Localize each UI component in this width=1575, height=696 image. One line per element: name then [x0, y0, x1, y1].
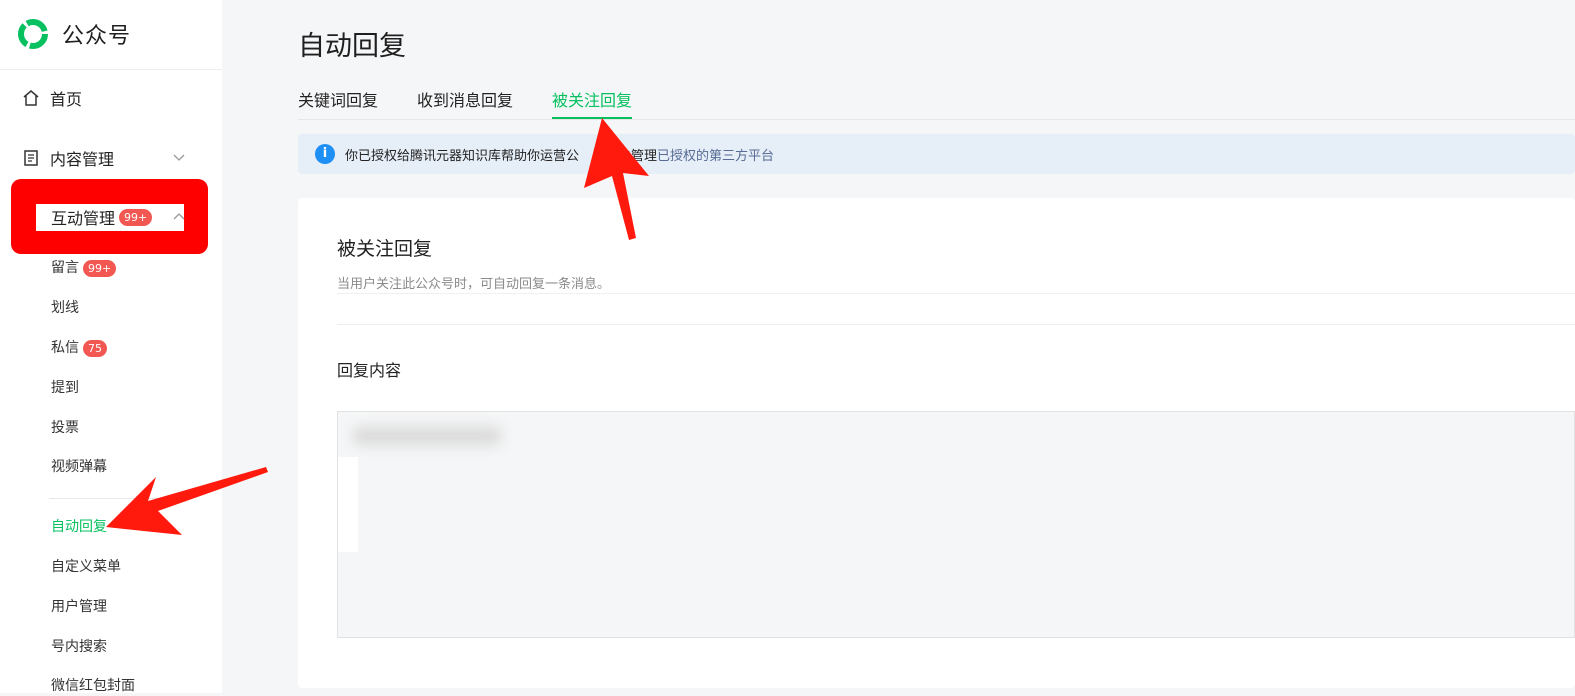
- divider: [337, 293, 1575, 294]
- count-badge: 99+: [83, 259, 117, 277]
- chevron-up-icon[interactable]: [172, 209, 186, 223]
- brand-name: 公众号: [62, 24, 132, 49]
- count-badge: 99+: [119, 208, 153, 226]
- home-icon: [23, 90, 39, 106]
- sidebar-item-label: 互动管理: [51, 209, 116, 228]
- follow-reply-card: 被关注回复 当用户关注此公众号时，可自动回复一条消息。 回复内容: [298, 198, 1575, 688]
- sidebar-item-underline[interactable]: 划线: [51, 298, 79, 318]
- card-title: 被关注回复: [337, 238, 433, 260]
- document-icon: [24, 150, 38, 166]
- info-icon: i: [315, 144, 335, 164]
- chevron-down-icon[interactable]: [172, 151, 186, 165]
- tab-keyword-reply[interactable]: 关键词回复: [298, 90, 378, 117]
- card-description: 当用户关注此公众号时，可自动回复一条消息。: [337, 277, 611, 292]
- sidebar-item-label: 用户管理: [51, 599, 107, 615]
- wechat-official-account-logo-icon: [18, 19, 48, 49]
- sidebar-item-interaction[interactable]: 互动管理 99+: [51, 206, 153, 228]
- reply-content-editor[interactable]: [337, 411, 1575, 638]
- page-title: 自动回复: [298, 31, 406, 62]
- redaction-block: [338, 457, 358, 552]
- sidebar-item-user-management[interactable]: 用户管理: [51, 597, 107, 617]
- sidebar-item-messages[interactable]: 私信 75: [51, 338, 107, 358]
- sidebar-item-comments[interactable]: 留言 99+: [51, 258, 117, 278]
- count-badge: 75: [83, 339, 107, 357]
- sidebar-item-label: 首页: [50, 90, 83, 109]
- divider: [0, 69, 222, 70]
- reply-content-label: 回复内容: [337, 361, 402, 380]
- sidebar-item-custom-menu[interactable]: 自定义菜单: [51, 557, 121, 577]
- brand[interactable]: 公众号: [16, 16, 131, 52]
- blurred-reply-text: [352, 426, 502, 446]
- sidebar-item-label: 提到: [51, 380, 79, 396]
- sidebar-item-label: 划线: [51, 300, 79, 316]
- sidebar-item-label: 号内搜索: [51, 639, 107, 655]
- tab-message-reply[interactable]: 收到消息回复: [417, 90, 513, 117]
- sidebar-item-label: 自定义菜单: [51, 559, 121, 575]
- sidebar-item-label: 内容管理: [50, 150, 115, 169]
- sidebar-item-auto-reply[interactable]: 自动回复: [51, 517, 107, 537]
- sidebar-item-in-account-search[interactable]: 号内搜索: [51, 637, 107, 657]
- sidebar-item-votes[interactable]: 投票: [51, 418, 79, 438]
- annotation-arrow-up: [584, 118, 649, 240]
- divider: [337, 324, 1575, 325]
- sidebar-item-content[interactable]: 内容管理: [22, 146, 114, 170]
- sidebar-item-label: 投票: [51, 420, 79, 436]
- sidebar-item-label: 私信: [51, 340, 79, 356]
- sidebar-item-red-packet-cover[interactable]: 微信红包封面: [51, 676, 135, 696]
- info-notice: i 你已授权给腾讯元器知识库帮助你运营公 点击管理 已授权的第三方平台: [298, 134, 1575, 174]
- sidebar: 公众号 首页 内容管理 互动管理 99+ 留言 99+ 划线 私信 75 提到: [0, 0, 222, 696]
- sidebar-item-video-danmaku[interactable]: 视频弹幕: [51, 457, 107, 477]
- sidebar-item-home[interactable]: 首页: [22, 86, 82, 110]
- tab-bar: 关键词回复 收到消息回复 被关注回复: [298, 90, 1575, 120]
- annotation-arrow-left: [106, 467, 268, 535]
- sidebar-item-label: 自动回复: [51, 519, 107, 535]
- sidebar-item-label: 微信红包封面: [51, 678, 135, 694]
- sidebar-item-label: 留言: [51, 260, 79, 276]
- sidebar-item-label: 视频弹幕: [51, 459, 107, 475]
- sidebar-item-mentions[interactable]: 提到: [51, 378, 79, 398]
- notice-text: 你已授权给腾讯元器知识库帮助你运营公: [345, 148, 580, 164]
- authorized-platforms-link[interactable]: 已授权的第三方平台: [657, 145, 774, 164]
